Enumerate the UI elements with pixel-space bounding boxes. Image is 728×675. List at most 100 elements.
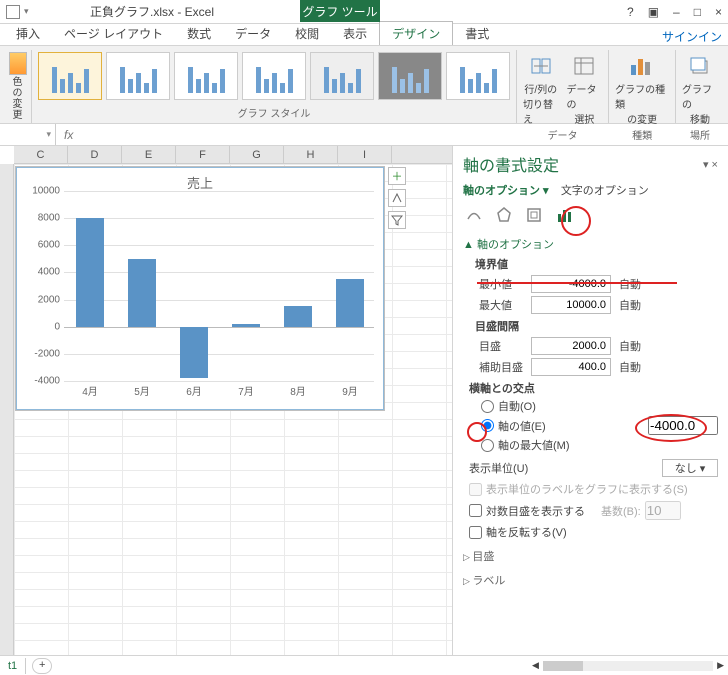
display-units-label: 表示単位(U) (463, 460, 528, 476)
fx-icon[interactable]: fx (56, 128, 81, 142)
ribbon: 色の 変更 グラフ スタイル 行/列の 切り替え データの 選択 (0, 46, 728, 124)
tab-data[interactable]: データ (223, 22, 283, 45)
minimize-button[interactable]: – (673, 5, 680, 19)
labels-expander[interactable]: ラベル (463, 572, 718, 588)
ribbon-display-icon[interactable]: ▣ (648, 5, 659, 19)
cross-max-radio[interactable] (481, 439, 494, 452)
ribbon-tabs: 挿入 ページ レイアウト 数式 データ 校閲 表示 デザイン 書式 サインイン (0, 24, 728, 46)
x-label: 7月 (232, 383, 260, 398)
chart-filters-button[interactable] (388, 211, 406, 229)
cross-auto-radio[interactable] (481, 400, 494, 413)
major-unit-input[interactable] (531, 337, 611, 355)
chart-elements-button[interactable]: ＋ (388, 167, 406, 185)
column-headers[interactable]: C D E F G H I (14, 146, 452, 164)
bar-4月[interactable] (76, 218, 104, 327)
min-label: 最小値 (463, 276, 531, 292)
sign-in-link[interactable]: サインイン (662, 28, 728, 45)
chart-style-6[interactable] (378, 52, 442, 100)
bar-9月[interactable] (336, 279, 364, 327)
chart-quick-tools: ＋ (388, 167, 406, 229)
chart-style-3[interactable] (174, 52, 238, 100)
x-label: 9月 (336, 383, 364, 398)
data-group-label: データ (548, 126, 578, 143)
text-options-tab[interactable]: 文字のオプション (561, 185, 649, 197)
chart-style-1[interactable] (38, 52, 102, 100)
chart-style-2[interactable] (106, 52, 170, 100)
tab-view[interactable]: 表示 (331, 22, 379, 45)
tab-insert[interactable]: 挿入 (4, 22, 52, 45)
location-group-label: 場所 (690, 126, 710, 143)
max-label: 最大値 (463, 297, 531, 313)
change-colors-label-2: 変更 (13, 99, 23, 121)
pane-close-icon[interactable]: ▾ × (703, 158, 718, 171)
cross-value-radio[interactable] (481, 419, 494, 432)
chart-style-4[interactable] (242, 52, 306, 100)
tab-formulas[interactable]: 数式 (175, 22, 223, 45)
bar-7月[interactable] (232, 324, 260, 327)
format-axis-pane: 軸の書式設定 ▾ × 軸のオプション ▾ 文字のオプション ▲ 軸のオプション … (452, 146, 728, 655)
change-colors-button[interactable] (9, 52, 27, 75)
formula-bar: ▾ fx (0, 124, 728, 146)
contextual-tab-chart-tools: グラフ ツール (300, 0, 380, 22)
log-scale-chk[interactable] (469, 504, 482, 517)
chart-styles-button[interactable] (388, 189, 406, 207)
move-chart-button[interactable]: グラフの 移動 (682, 52, 718, 126)
effects-icon[interactable] (493, 204, 515, 226)
min-auto[interactable]: 自動 (619, 276, 641, 292)
min-input[interactable] (531, 275, 611, 293)
chart-style-5[interactable] (310, 52, 374, 100)
bar-8月[interactable] (284, 306, 312, 326)
hscroll-left-icon[interactable]: ◀ (532, 660, 539, 671)
crosses-label: 横軸との交点 (463, 380, 718, 396)
size-properties-icon[interactable] (523, 204, 545, 226)
worksheet-grid[interactable]: C D E F G H I 売上 -4000-20000200040006000… (0, 146, 452, 655)
main-area: C D E F G H I 売上 -4000-20000200040006000… (0, 146, 728, 655)
new-sheet-button[interactable]: + (32, 658, 52, 674)
fill-line-icon[interactable] (463, 204, 485, 226)
help-icon[interactable]: ? (627, 5, 634, 19)
sheet-tab-1[interactable]: t1 (0, 658, 26, 674)
embedded-chart[interactable]: 売上 -4000-200002000400060008000100004月5月6… (15, 166, 385, 411)
display-units-select[interactable]: なし ▾ (662, 459, 718, 477)
tick-marks-expander[interactable]: 目盛 (463, 548, 718, 564)
chart-style-7[interactable] (446, 52, 510, 100)
chart-styles-gallery[interactable] (38, 52, 510, 100)
new-doc-icon[interactable] (6, 5, 20, 19)
max-auto[interactable]: 自動 (619, 297, 641, 313)
minor-unit-input[interactable] (531, 358, 611, 376)
tab-page-layout[interactable]: ページ レイアウト (52, 22, 175, 45)
select-data-button[interactable]: データの 選択 (567, 52, 603, 126)
x-label: 8月 (284, 383, 312, 398)
name-box[interactable]: ▾ (0, 124, 56, 145)
chart-styles-label: グラフ スタイル (238, 104, 311, 121)
axis-options-tab[interactable]: 軸のオプション ▾ (463, 185, 549, 197)
x-label: 6月 (180, 383, 208, 398)
max-input[interactable] (531, 296, 611, 314)
bounds-label: 境界値 (463, 256, 718, 272)
sheet-tab-bar: t1 + ◀ ▶ (0, 655, 728, 675)
type-group-label: 種類 (632, 126, 652, 143)
bar-6月[interactable] (180, 327, 208, 379)
change-colors-label-1: 色の (13, 77, 23, 99)
x-label: 5月 (128, 383, 156, 398)
reverse-order-chk[interactable] (469, 526, 482, 539)
maximize-button[interactable]: □ (694, 5, 701, 19)
tab-format[interactable]: 書式 (453, 22, 501, 45)
chart-title[interactable]: 売上 (16, 167, 384, 192)
hscrollbar[interactable] (543, 661, 713, 671)
cross-value-input[interactable] (648, 416, 718, 435)
hscroll-right-icon[interactable]: ▶ (717, 660, 724, 671)
bar-5月[interactable] (128, 259, 156, 327)
row-headers[interactable] (0, 164, 14, 655)
tab-design[interactable]: デザイン (379, 21, 453, 45)
axis-options-icon[interactable] (553, 204, 575, 226)
switch-row-col-button[interactable]: 行/列の 切り替え (523, 52, 559, 126)
tab-review[interactable]: 校閲 (283, 22, 331, 45)
change-chart-type-button[interactable]: グラフの種類 の変更 (615, 52, 669, 126)
qat-dropdown-icon[interactable]: ▾ (24, 6, 29, 17)
plot-area[interactable]: -4000-200002000400060008000100004月5月6月7月… (64, 191, 374, 380)
window-title: 正負グラフ.xlsx - Excel (90, 3, 214, 20)
major-unit-label: 目盛 (463, 338, 531, 354)
axis-options-section[interactable]: ▲ 軸のオプション (463, 236, 718, 252)
close-button[interactable]: × (715, 5, 722, 19)
